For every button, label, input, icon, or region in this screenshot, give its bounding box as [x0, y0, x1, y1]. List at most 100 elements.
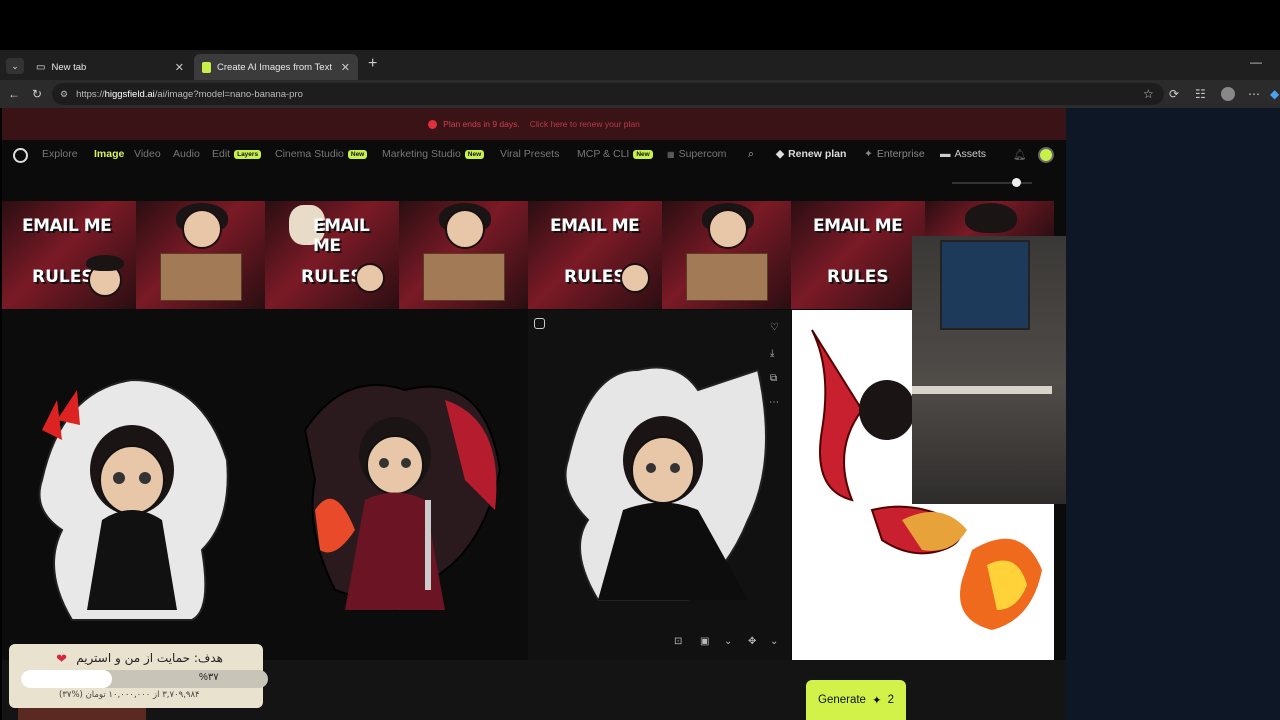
slider-handle[interactable] — [1012, 178, 1021, 187]
expand-icon[interactable]: ⊡ — [674, 636, 682, 647]
user-avatar[interactable] — [1038, 147, 1054, 163]
thumbnail-email-cat[interactable]: EMAIL ME RULES — [265, 201, 399, 309]
zoom-slider[interactable] — [952, 178, 1032, 187]
new-badge: New — [464, 149, 485, 159]
rules-text: RULES — [32, 267, 94, 287]
sparkle-icon: ✦ — [864, 148, 873, 160]
shelf-image — [912, 386, 1052, 394]
heart-icon[interactable]: ♡ — [770, 322, 779, 333]
url-text: https://higgsfield.ai/ai/image?model=nan… — [76, 88, 303, 100]
nav-cinema-studio[interactable]: Cinema Studio New — [275, 148, 368, 160]
star-bookmark-icon[interactable]: ☆ — [1143, 86, 1154, 102]
main-nav: Explore Image Video Audio Edit Layers Cin… — [2, 140, 1066, 170]
nav-edit[interactable]: Edit Layers — [212, 148, 262, 160]
monitor-image — [940, 240, 1030, 330]
rules-text: RULES — [301, 267, 363, 287]
new-tab-plus-icon[interactable]: + — [368, 55, 377, 73]
nav-video[interactable]: Video — [134, 148, 161, 160]
browser-tab-bar: ⌄ ▭ New tab ✕ Create AI Images from Text… — [0, 50, 1280, 80]
reload-icon[interactable]: ↻ — [32, 86, 42, 102]
cardboard-box — [160, 253, 242, 301]
image-white-dragon-1[interactable] — [2, 310, 264, 660]
select-checkbox-icon[interactable] — [534, 318, 545, 329]
plan-banner: Plan ends in 9 days. Click here to renew… — [2, 108, 1066, 140]
close-tab-icon[interactable]: ✕ — [175, 61, 184, 74]
new-badge: New — [633, 149, 653, 159]
chibi-hair — [86, 255, 124, 271]
more-icon[interactable]: ⋯ — [769, 397, 779, 408]
new-badge: New — [347, 149, 368, 159]
donation-goal-title: هدف: حمایت از من و استریم — [76, 651, 223, 665]
nav-explore[interactable]: Explore — [42, 148, 78, 160]
thumbnail-email[interactable]: EMAIL ME RULES — [2, 201, 136, 309]
donation-goal-widget: هدف: حمایت از من و استریم ❤ %۳۷ ۳,۷۰۹,۹۸… — [9, 644, 268, 708]
chibi-face — [182, 209, 222, 249]
minimize-window-icon[interactable]: — — [1250, 55, 1262, 69]
copy-icon[interactable]: ⧉ — [770, 373, 777, 384]
layers-badge: Layers — [234, 149, 262, 159]
dragon-illustration — [303, 384, 502, 612]
higgsfield-favicon-icon — [202, 61, 212, 73]
dragon-illustration — [38, 378, 229, 621]
tab-higgsfield[interactable]: Create AI Images from Text & Pho ✕ — [194, 54, 358, 80]
thumbnail-email-4[interactable]: EMAIL ME RULES — [791, 201, 925, 309]
generate-cost: 2 — [887, 694, 894, 706]
email-me-text: EMAIL ME — [313, 216, 370, 256]
chevron-down-icon[interactable]: ⌄ — [770, 636, 778, 647]
tab-title: New tab — [51, 61, 87, 73]
dragon-illustration — [564, 366, 767, 601]
chibi-hair — [965, 203, 1017, 233]
cardboard-box — [423, 253, 505, 301]
chibi-face — [620, 263, 650, 293]
thumbnail-box[interactable] — [136, 201, 265, 309]
layout-icon[interactable]: ▣ — [700, 636, 709, 647]
copilot-icon[interactable]: ◆ — [1270, 86, 1279, 102]
favorites-icon[interactable]: ☷ — [1195, 86, 1206, 102]
higgsfield-logo-icon[interactable] — [13, 148, 28, 163]
image-white-dragon-2[interactable]: ♡ ⤓ ⧉ ⋯ ⊡ ▣ ⌄ ✥ ⌄ — [528, 310, 791, 660]
site-info-icon[interactable]: ⚙ — [60, 89, 68, 100]
extensions-icon[interactable]: ⟳ — [1169, 86, 1179, 102]
download-icon[interactable]: ⤓ — [770, 348, 774, 359]
tab-title: Create AI Images from Text & Pho — [217, 61, 335, 73]
donation-progress-fill — [21, 670, 113, 688]
rules-text: RULES — [564, 267, 626, 287]
grid-icon: ▦ — [667, 149, 675, 159]
back-arrow-icon[interactable]: ← — [8, 86, 20, 102]
tab-new-tab[interactable]: ▭ New tab ✕ — [28, 54, 192, 80]
renew-plan-button[interactable]: ◆ Renew plan — [776, 148, 846, 160]
nav-audio[interactable]: Audio — [173, 148, 200, 160]
donation-progress-bar — [21, 670, 268, 688]
renew-link[interactable]: Click here to renew your plan — [530, 119, 640, 129]
thumbnail-email-3[interactable]: EMAIL ME RULES — [528, 201, 662, 309]
alert-icon — [428, 119, 438, 129]
nav-marketing-studio[interactable]: Marketing Studio New — [382, 148, 485, 160]
enterprise-button[interactable]: ✦ Enterprise — [864, 148, 925, 160]
thumbnail-box-2[interactable] — [399, 201, 528, 309]
more-options-icon[interactable]: ⋯ — [1248, 86, 1260, 102]
bell-icon[interactable]: 🔔︎ — [1013, 148, 1026, 161]
nav-mcp-cli[interactable]: MCP & CLI New — [577, 148, 653, 160]
nav-image[interactable]: Image — [94, 148, 124, 160]
thumbnail-box-3[interactable] — [662, 201, 791, 309]
chevron-down-icon[interactable]: ⌄ — [724, 636, 732, 647]
email-me-text: EMAIL ME — [813, 216, 903, 236]
thumbnail-box-4[interactable] — [925, 201, 1054, 237]
nav-supercom[interactable]: ▦ Supercom — [667, 148, 726, 160]
address-bar[interactable]: ⚙ https://higgsfield.ai/ai/image?model=n… — [52, 83, 1164, 105]
image-red-dragon[interactable] — [265, 310, 527, 660]
search-icon[interactable]: ⌕ — [748, 148, 754, 161]
side-panel-background — [1066, 108, 1280, 720]
plan-message: Plan ends in 9 days. — [443, 119, 520, 129]
cardboard-box — [686, 253, 768, 301]
nav-viral-presets[interactable]: Viral Presets — [500, 148, 559, 160]
generate-button[interactable]: Generate ✦ 2 — [806, 680, 906, 720]
page-icon: ▭ — [36, 61, 46, 73]
reference-thumbnail[interactable] — [18, 708, 146, 720]
close-tab-icon[interactable]: ✕ — [341, 61, 350, 74]
assets-button[interactable]: ▬ Assets — [940, 148, 986, 160]
move-icon[interactable]: ✥ — [748, 636, 756, 647]
tab-list-chevron-icon[interactable]: ⌄ — [6, 58, 24, 74]
profile-avatar-icon[interactable] — [1221, 87, 1235, 101]
gem-icon: ◆ — [776, 148, 785, 160]
